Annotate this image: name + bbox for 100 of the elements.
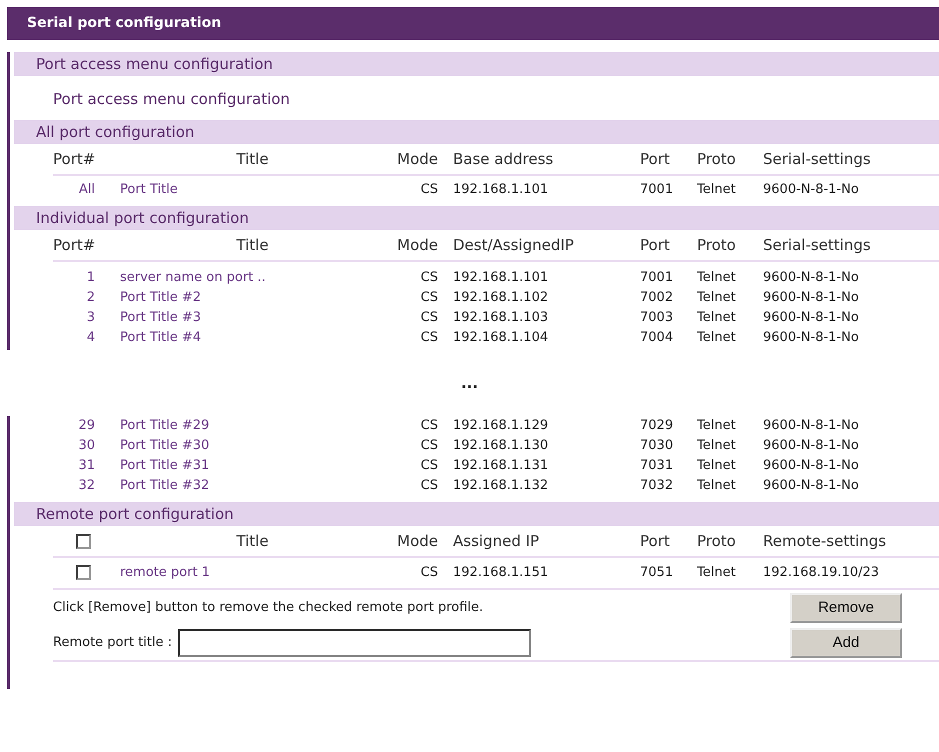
port-number: 31: [77, 457, 96, 475]
column-header: Mode: [385, 230, 453, 262]
checkbox[interactable]: [76, 564, 91, 580]
proto-cell-text: Telnet: [697, 477, 737, 495]
proto-cell-text: Telnet: [697, 309, 737, 327]
mode-cell-text: CS: [420, 477, 439, 495]
column-header: Base address: [453, 144, 640, 176]
settings-cell-text: 9600-N-8-1-No: [763, 477, 860, 495]
port-cell-text: 7004: [640, 329, 674, 347]
mode-cell-text: CS: [420, 457, 439, 475]
port-title-link[interactable]: Port Title #29: [120, 416, 385, 436]
proto-cell-text: Telnet: [697, 437, 737, 455]
port-cell-text: 7032: [640, 477, 674, 495]
proto-cell-text: Telnet: [697, 269, 737, 287]
settings-cell-text: 9600-N-8-1-No: [763, 437, 860, 455]
proto-cell-text: Telnet: [697, 329, 737, 347]
port-title-link[interactable]: Port Title #30: [120, 436, 385, 456]
port-number: 30: [77, 437, 96, 455]
settings-cell-text: 9600-N-8-1-No: [763, 417, 860, 435]
port-number: 2: [86, 289, 96, 307]
port-number: 1: [86, 269, 96, 287]
column-header: Port: [640, 230, 697, 262]
settings-cell-text: 9600-N-8-1-No: [763, 289, 860, 307]
remote-port-title-field[interactable]: [178, 628, 531, 656]
column-header: Port: [640, 144, 697, 176]
remove-instructions: Click [Remove] button to remove the checked remote port profile.: [53, 600, 484, 615]
mode-cell-text: CS: [420, 289, 439, 307]
port-cell-text: 7031: [640, 457, 674, 475]
column-header: Remote-settings: [763, 526, 939, 558]
port-cell: 7051: [640, 558, 697, 590]
settings-cell-text: 9600-N-8-1-No: [763, 181, 860, 199]
add-button[interactable]: Add: [790, 628, 902, 658]
column-header: Proto: [697, 230, 763, 262]
column-header: Dest/AssignedIP: [453, 230, 640, 262]
port-cell-text: 7030: [640, 437, 674, 455]
column-header: Port#: [53, 230, 120, 262]
column-header: Proto: [697, 526, 763, 558]
address-cell-text: 192.168.1.132: [453, 477, 550, 495]
address-cell-text: 192.168.1.131: [453, 457, 550, 475]
address-cell-text: 192.168.1.101: [453, 181, 550, 199]
port-title-link[interactable]: server name on port ..: [120, 268, 385, 288]
port-number: 4: [86, 329, 96, 347]
mode-cell-text: CS: [420, 181, 439, 199]
column-header: Title: [120, 144, 385, 176]
port-title-link[interactable]: Port Title: [120, 180, 385, 200]
column-header: Serial-settings: [763, 230, 939, 262]
column-header: Assigned IP: [453, 526, 640, 558]
address-cell-text: 192.168.1.129: [453, 417, 550, 435]
port-cell-text: 7003: [640, 309, 674, 327]
port-title-link[interactable]: Port Title #32: [120, 476, 385, 496]
mode-cell-text: CS: [420, 417, 439, 435]
address-cell-text: 192.168.1.130: [453, 437, 550, 455]
port-number: 29: [77, 417, 96, 435]
address-cell-text: 192.168.1.101: [453, 269, 550, 287]
port-number: 3: [86, 309, 96, 327]
section-heading: Port access menu configuration: [14, 52, 939, 76]
section-heading: Individual port configuration: [14, 206, 939, 230]
address-cell-text: 192.168.1.102: [453, 289, 550, 307]
port-cell-text: 7002: [640, 289, 674, 307]
column-header: Port#: [53, 144, 120, 176]
proto-cell-text: Telnet: [697, 181, 737, 199]
port-number: 32: [77, 477, 96, 495]
settings-cell-text: 9600-N-8-1-No: [763, 457, 860, 475]
port-cell-text: 7001: [640, 269, 674, 287]
mode-cell: CS: [385, 558, 453, 590]
remove-button[interactable]: Remove: [790, 592, 902, 622]
port-title-link[interactable]: Port Title #31: [120, 456, 385, 476]
section-heading: All port configuration: [14, 120, 939, 144]
port-title-link[interactable]: Port Title #2: [120, 288, 385, 308]
column-header: Title: [120, 526, 385, 558]
select-all-checkbox[interactable]: [76, 534, 91, 550]
proto-cell-text: Telnet: [697, 457, 737, 475]
ellipsis: ...: [460, 374, 478, 392]
port-title-link[interactable]: Port Title #3: [120, 308, 385, 328]
column-header: Serial-settings: [763, 144, 939, 176]
port-cell-text: 7001: [640, 181, 674, 199]
proto-cell-text: Telnet: [697, 289, 737, 307]
address-cell: 192.168.1.151: [453, 558, 640, 590]
port-title-link[interactable]: remote port 1: [120, 558, 385, 590]
column-header: Port: [640, 526, 697, 558]
proto-cell: Telnet: [697, 558, 763, 590]
address-cell-text: 192.168.1.103: [453, 309, 550, 327]
field-label: Remote port title :: [53, 635, 172, 650]
page-title: Serial port configuration: [7, 7, 939, 40]
column-header: Mode: [385, 526, 453, 558]
mode-cell-text: CS: [420, 269, 439, 287]
section-heading: Remote port configuration: [14, 502, 939, 526]
port-access-link[interactable]: Port access menu configuration: [53, 90, 290, 108]
address-cell-text: 192.168.1.104: [453, 329, 550, 347]
port-title-link[interactable]: Port Title #4: [120, 328, 385, 348]
column-header: Mode: [385, 144, 453, 176]
mode-cell-text: CS: [420, 309, 439, 327]
settings-cell: 192.168.19.10/23: [763, 558, 939, 590]
column-header: Title: [120, 230, 385, 262]
settings-cell-text: 9600-N-8-1-No: [763, 269, 860, 287]
port-cell-text: 7029: [640, 417, 674, 435]
settings-cell-text: 9600-N-8-1-No: [763, 309, 860, 327]
mode-cell-text: CS: [420, 437, 439, 455]
column-header: Proto: [697, 144, 763, 176]
port-number: All: [78, 181, 96, 199]
